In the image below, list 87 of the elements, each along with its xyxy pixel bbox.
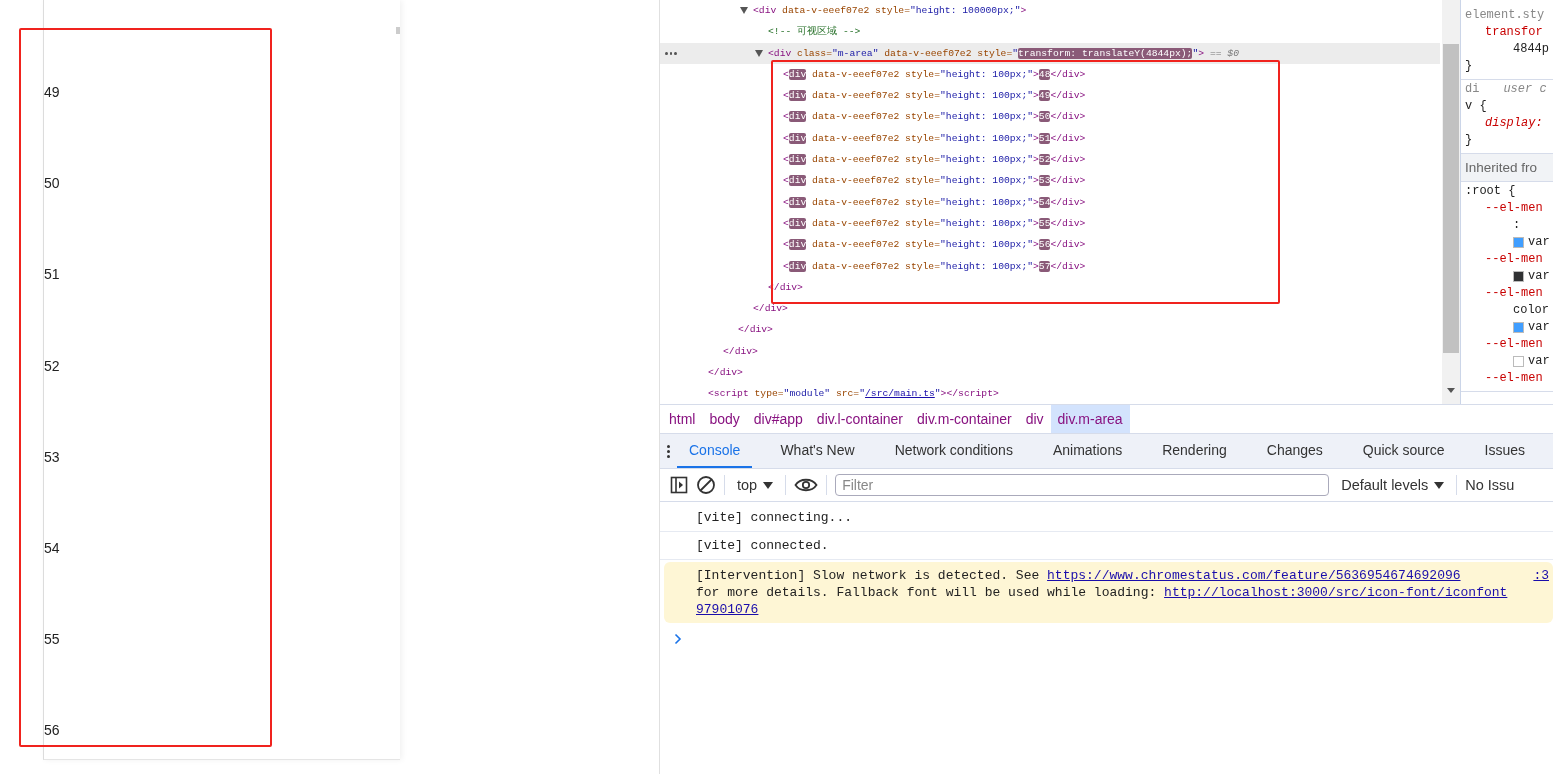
code-line[interactable]: <div data-v-eeef07e2 style="height: 100px;">49</div> <box>660 85 1440 107</box>
clear-icon[interactable] <box>696 475 716 495</box>
breadcrumb[interactable]: div#app <box>746 405 810 433</box>
breadcrumb[interactable]: div.m-container <box>910 405 1019 433</box>
code-line[interactable]: </div> <box>660 319 1440 341</box>
tab[interactable]: What's New <box>768 434 867 468</box>
tab[interactable]: Console <box>677 434 753 468</box>
color-swatch[interactable] <box>1513 237 1524 248</box>
link[interactable]: http://localhost:3000/src/icon-font/iconfont <box>1164 585 1508 600</box>
list-item-number: 49 <box>44 84 60 100</box>
css-line: } <box>1465 132 1473 149</box>
list-item-number: 55 <box>44 631 60 648</box>
breadcrumb[interactable]: body <box>702 405 747 433</box>
code-line[interactable]: <div data-v-eeef07e2 style="height: 100px;">50</div> <box>660 106 1440 128</box>
more-icon[interactable] <box>665 51 677 55</box>
css-line: } <box>1465 58 1473 75</box>
tab[interactable]: Quick source <box>1350 434 1457 468</box>
css-selector: di <box>1465 81 1480 98</box>
console-message: [vite] connecting... <box>660 504 1553 532</box>
css-line: element.sty <box>1465 7 1545 24</box>
color-swatch[interactable] <box>1513 271 1524 282</box>
scrollbar[interactable] <box>1442 0 1460 404</box>
code-line[interactable]: <div data-v-eeef07e2 style="height: 100px;">48</div> <box>660 63 1440 86</box>
code-line[interactable]: <div data-v-eeef07e2 style="height: 100px;">51</div> <box>660 127 1440 150</box>
console-message: [vite] connected. <box>660 532 1553 560</box>
expand-arrow-icon[interactable] <box>740 6 748 14</box>
warning-message: [Intervention] Slow network is detected. See https://www.chromestatus.com/feature/5636954674692096 for more details. Fallback font will be used while loading: http://localhost:3000/src/icon-font/iconfont 97901076 :3 <box>664 562 1553 623</box>
scrollbar-thumb[interactable] <box>396 27 400 34</box>
css-value: var <box>1528 353 1550 370</box>
breadcrumb[interactable]: div <box>1018 405 1051 433</box>
css-line: :root { <box>1465 183 1516 200</box>
color-swatch[interactable] <box>1513 356 1524 367</box>
color-swatch[interactable] <box>1513 322 1524 333</box>
list-item-number: 52 <box>44 357 60 374</box>
code-line[interactable]: <script type="module" src="/src/main.ts"></script> <box>660 383 1440 404</box>
breadcrumb[interactable]: div.l-container <box>809 405 910 433</box>
css-line: --el-men <box>1485 200 1543 217</box>
breadcrumb[interactable]: div.m-area <box>1050 405 1130 433</box>
list-item-number: 54 <box>44 539 60 556</box>
css-line: display: <box>1485 115 1543 132</box>
css-line: --el-men <box>1485 370 1543 387</box>
css-line: --el-men <box>1485 285 1543 302</box>
issues-status[interactable]: No Issu <box>1465 477 1515 493</box>
list-item-number: 53 <box>44 448 60 465</box>
css-line: --el-men <box>1485 251 1543 268</box>
code-line[interactable]: <div data-v-eeef07e2 style="height: 100px;">56</div> <box>660 234 1440 256</box>
tab[interactable]: Issues <box>1472 434 1537 468</box>
css-value: var <box>1528 234 1550 251</box>
css-line: color <box>1513 302 1549 319</box>
css-line: 4844p <box>1513 41 1549 58</box>
code-line[interactable]: <div data-v-eeef07e2 style="height: 100000px;"> <box>660 0 1440 22</box>
prompt-icon[interactable] <box>674 633 682 645</box>
css-value: var <box>1528 319 1550 336</box>
code-line[interactable]: </div> <box>660 340 1440 363</box>
eye-icon[interactable] <box>794 477 819 493</box>
css-line: : <box>1513 217 1521 234</box>
context-dropdown[interactable]: top <box>733 477 778 493</box>
list-item-number: 51 <box>44 266 60 283</box>
css-value: var <box>1528 268 1550 285</box>
code-line[interactable]: </div> <box>660 362 1440 384</box>
link[interactable]: https://www.chromestatus.com/feature/5636954674692096 <box>1047 568 1461 583</box>
code-line[interactable]: <div data-v-eeef07e2 style="height: 100px;">54</div> <box>660 191 1440 213</box>
levels-dropdown[interactable]: Default levels <box>1337 477 1449 493</box>
list-item-number: 56 <box>44 722 60 739</box>
expand-arrow-icon[interactable] <box>755 49 763 57</box>
css-line: v { <box>1465 98 1487 115</box>
filter-field[interactable]: Filter <box>835 474 1330 496</box>
stylesheet-origin: user c <box>1503 81 1547 98</box>
code-line[interactable]: <!-- 可视区域 --> <box>660 21 1440 43</box>
source-link[interactable]: :3 <box>1533 567 1549 618</box>
code-line[interactable]: <div data-v-eeef07e2 style="height: 100px;">57</div> <box>660 255 1440 277</box>
code-line[interactable]: <div data-v-eeef07e2 style="height: 100px;">53</div> <box>660 170 1440 192</box>
code-line[interactable]: <div data-v-eeef07e2 style="height: 100px;">52</div> <box>660 149 1440 171</box>
sidebar-icon[interactable] <box>670 476 688 494</box>
link[interactable]: 97901076 <box>696 602 759 617</box>
tab[interactable]: Animations <box>1040 434 1135 468</box>
tab[interactable]: Changes <box>1254 434 1335 468</box>
code-line[interactable]: </div> <box>660 298 1440 320</box>
tab[interactable]: Rendering <box>1150 434 1239 468</box>
tab[interactable]: Network conditions <box>882 434 1025 468</box>
css-line: --el-men <box>1485 336 1543 353</box>
section-header: Inherited fro <box>1465 159 1538 176</box>
code-line[interactable]: <div data-v-eeef07e2 style="height: 100px;">55</div> <box>660 212 1440 235</box>
breadcrumb[interactable]: html <box>662 405 703 433</box>
css-line: transfor <box>1485 24 1543 41</box>
link[interactable]: /src/main.ts <box>865 388 935 400</box>
list-item-number: 50 <box>44 175 60 192</box>
